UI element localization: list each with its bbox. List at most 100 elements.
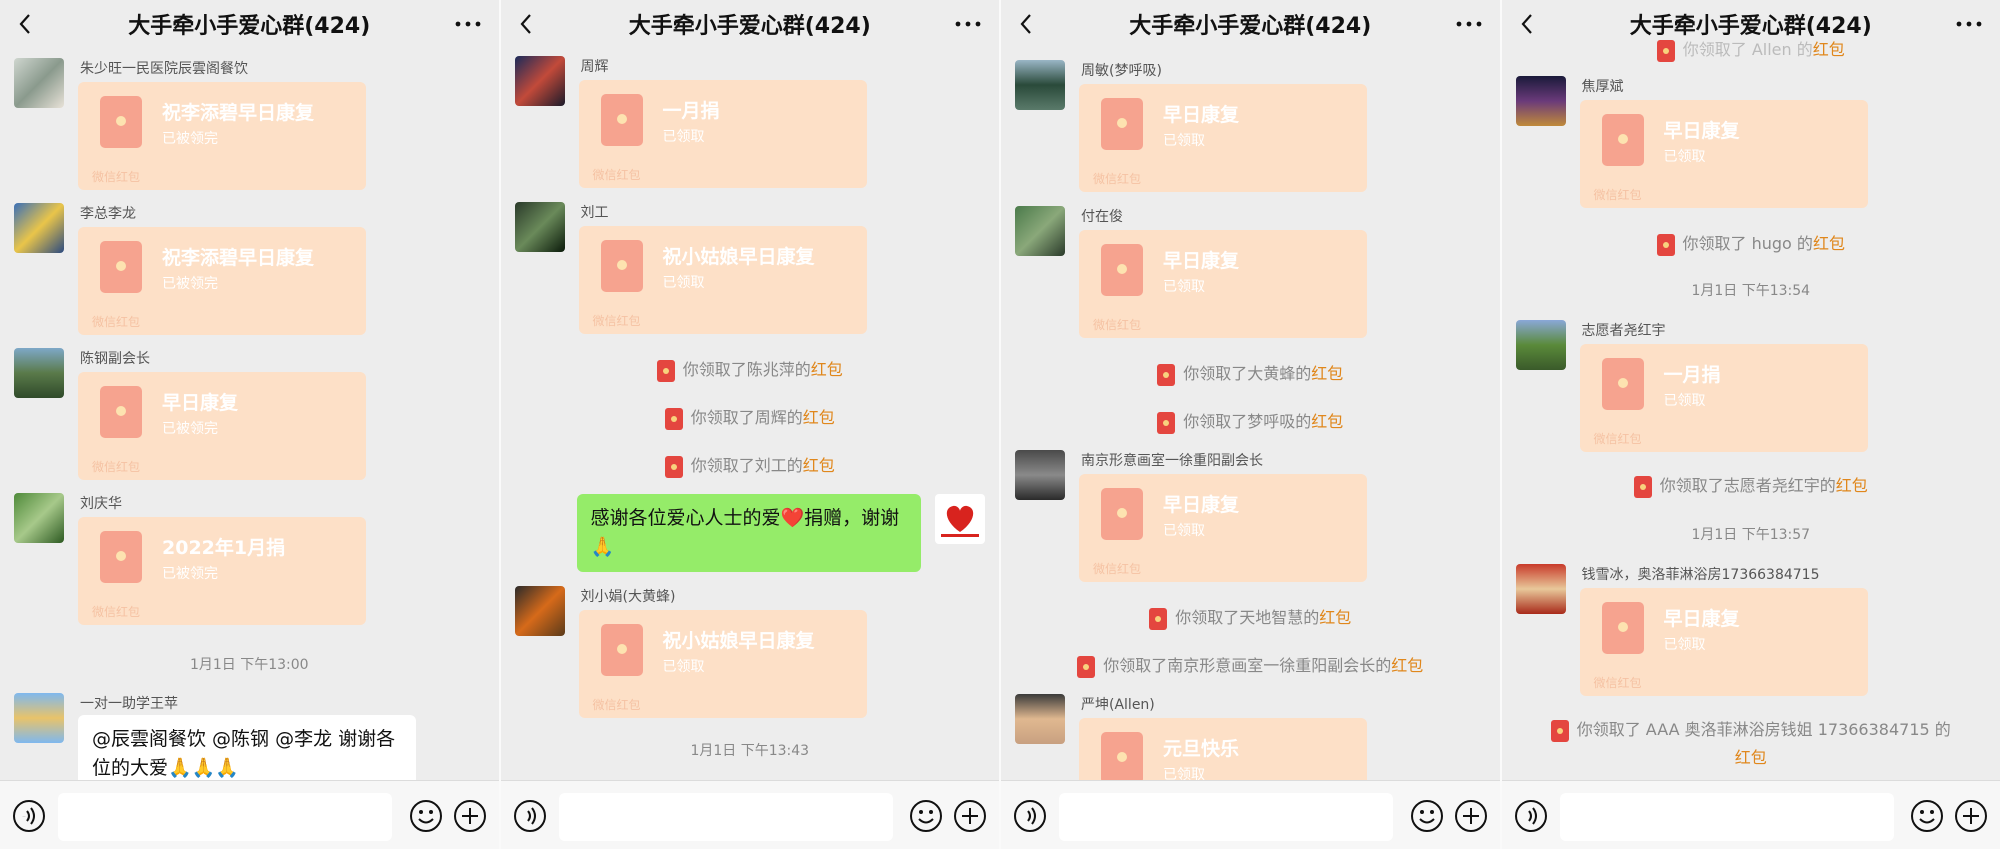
avatar[interactable] xyxy=(14,693,64,743)
message-list[interactable]: 朱少旺一民医院辰雲阁餐饮 祝李添碧早日康复 已被领完 微信红包 李总李龙 祝李添… xyxy=(0,48,499,793)
red-packet[interactable]: 一月捐 已领取 微信红包 xyxy=(578,80,867,188)
hongbao-link[interactable]: 红包 xyxy=(1311,364,1343,383)
voice-icon[interactable] xyxy=(513,799,547,833)
avatar[interactable] xyxy=(1015,60,1065,110)
avatar[interactable] xyxy=(1515,76,1566,126)
red-packet-status: 已领取 xyxy=(662,659,705,675)
message-list[interactable]: 周辉 一月捐 已领取 微信红包 刘工 祝小姑娘早日康复 已领取 微信红包 你领取… xyxy=(501,48,1000,780)
red-packet-footer: 微信红包 xyxy=(1593,432,1642,446)
red-envelope-icon xyxy=(100,531,142,583)
hongbao-link[interactable]: 红包 xyxy=(1311,412,1343,431)
hongbao-link[interactable]: 红包 xyxy=(1813,40,1845,59)
small-red-envelope-icon xyxy=(1157,411,1176,434)
plus-icon[interactable] xyxy=(1954,799,1988,833)
plus-icon[interactable] xyxy=(453,799,487,833)
hongbao-link[interactable]: 红包 xyxy=(803,456,835,475)
red-packet[interactable]: 2022年1月捐 已被领完 微信红包 xyxy=(78,517,366,625)
avatar[interactable] xyxy=(1015,206,1065,256)
message-input[interactable] xyxy=(1559,793,1894,841)
hongbao-link[interactable]: 红包 xyxy=(811,360,843,379)
red-packet[interactable]: 早日康复 已领取 微信红包 xyxy=(1079,474,1367,582)
red-packet[interactable]: 祝李添碧早日康复 已被领完 微信红包 xyxy=(78,227,366,335)
chat-title: 大手牵小手爱心群(424) xyxy=(128,14,371,39)
sender-name: 一对一助学王苹 xyxy=(80,696,178,712)
message-list[interactable]: 你领取了 Allen 的红包 焦厚斌 早日康复 已领取 微信红包 你领取了 hu… xyxy=(1502,39,2000,780)
hongbao-link[interactable]: 红包 xyxy=(1391,656,1423,675)
back-arrow-icon[interactable] xyxy=(1015,12,1039,36)
small-red-envelope-icon xyxy=(1656,233,1675,256)
message-input[interactable] xyxy=(58,793,392,841)
red-packet[interactable]: 早日康复 已领取 微信红包 xyxy=(1079,84,1367,192)
red-packet-title: 早日康复 xyxy=(1663,608,1740,630)
notice-text: 你领取了周辉的 xyxy=(690,408,803,427)
chat-panel-3: 大手牵小手爱心群(424) 周敏(梦呼吸) 早日康复 已领取 微信红包 付在俊 xyxy=(1001,0,1502,849)
emoji-icon[interactable] xyxy=(1410,799,1444,833)
more-icon[interactable] xyxy=(453,12,483,36)
sender-name: 焦厚斌 xyxy=(1581,79,1624,95)
redpacket-notice: 你领取了刘工的红包 xyxy=(501,452,1000,478)
more-icon[interactable] xyxy=(1454,12,1484,36)
back-arrow-icon[interactable] xyxy=(1516,12,1540,36)
avatar[interactable] xyxy=(514,56,565,106)
red-packet[interactable]: 祝李添碧早日康复 已被领完 微信红包 xyxy=(78,82,366,190)
red-packet-status: 已领取 xyxy=(1163,133,1205,149)
redpacket-notice: 你领取了 AAA 奥洛菲淋浴房钱姐 17366384715 的红包 xyxy=(1502,716,2000,772)
hongbao-link[interactable]: 红包 xyxy=(803,408,835,427)
hongbao-link[interactable]: 红包 xyxy=(1836,476,1868,495)
red-packet[interactable]: 一月捐 已领取 微信红包 xyxy=(1579,344,1868,452)
red-packet-footer: 微信红包 xyxy=(592,314,641,328)
avatar[interactable] xyxy=(1515,564,1566,614)
hongbao-link[interactable]: 红包 xyxy=(1319,608,1351,627)
plus-icon[interactable] xyxy=(953,799,987,833)
red-packet-status: 已领取 xyxy=(1663,149,1706,165)
avatar[interactable] xyxy=(14,203,64,253)
avatar[interactable] xyxy=(514,586,565,636)
emoji-icon[interactable] xyxy=(409,799,443,833)
red-packet-footer: 微信红包 xyxy=(92,170,141,184)
more-icon[interactable] xyxy=(953,12,983,36)
red-packet[interactable]: 祝小姑娘早日康复 已领取 微信红包 xyxy=(578,226,867,334)
red-packet[interactable]: 早日康复 已领取 微信红包 xyxy=(1079,230,1367,338)
avatar[interactable] xyxy=(1015,694,1065,744)
chat-title: 大手牵小手爱心群(424) xyxy=(628,14,871,39)
message-list[interactable]: 周敏(梦呼吸) 早日康复 已领取 微信红包 付在俊 早日康复 已领取 微信红包 xyxy=(1001,48,1500,826)
voice-icon[interactable] xyxy=(1013,799,1047,833)
small-red-envelope-icon xyxy=(1077,655,1096,678)
timestamp: 1月1日 下午13:43 xyxy=(690,743,810,759)
redpacket-notice: 你领取了 hugo 的红包 xyxy=(1502,230,2000,256)
voice-icon[interactable] xyxy=(1514,799,1548,833)
red-packet[interactable]: 祝小姑娘早日康复 已领取 微信红包 xyxy=(578,610,867,718)
notice-text: 你领取了南京形意画室一徐重阳副会长的 xyxy=(1103,656,1392,675)
avatar[interactable] xyxy=(1015,450,1065,500)
self-avatar[interactable] xyxy=(934,494,985,544)
red-packet[interactable]: 早日康复 已领取 微信红包 xyxy=(1579,100,1868,208)
self-text-message[interactable]: 感谢各位爱心人士的爱❤️捐赠，谢谢🙏 xyxy=(576,494,921,572)
message-input[interactable] xyxy=(1059,793,1393,841)
avatar[interactable] xyxy=(14,348,64,398)
voice-icon[interactable] xyxy=(12,799,46,833)
sender-name: 周敏(梦呼吸) xyxy=(1081,63,1162,79)
plus-icon[interactable] xyxy=(1454,799,1488,833)
red-packet-status: 已被领完 xyxy=(162,131,218,147)
avatar[interactable] xyxy=(1515,320,1566,370)
avatar[interactable] xyxy=(514,202,565,252)
back-arrow-icon[interactable] xyxy=(14,12,38,36)
avatar[interactable] xyxy=(14,493,64,543)
red-packet[interactable]: 早日康复 已被领完 微信红包 xyxy=(78,372,366,480)
back-arrow-icon[interactable] xyxy=(515,12,539,36)
red-envelope-icon xyxy=(1101,488,1143,540)
redpacket-notice-partial: 你领取了 Allen 的红包 xyxy=(1502,36,2000,62)
hongbao-link[interactable]: 红包 xyxy=(1813,234,1845,253)
avatar[interactable] xyxy=(14,58,64,108)
more-icon[interactable] xyxy=(1954,12,1984,36)
red-packet-title: 祝李添碧早日康复 xyxy=(162,102,315,124)
hongbao-link[interactable]: 红包 xyxy=(1735,748,1767,767)
chat-panel-2: 大手牵小手爱心群(424) 周辉 一月捐 已领取 微信红包 刘工 祝小姑娘早日康… xyxy=(500,0,1001,849)
emoji-icon[interactable] xyxy=(1910,799,1944,833)
sender-name: 李总李龙 xyxy=(80,206,136,222)
message-input[interactable] xyxy=(558,793,893,841)
chat-header: 大手牵小手爱心群(424) xyxy=(0,0,499,48)
notice-text: 你领取了梦呼吸的 xyxy=(1183,412,1312,431)
emoji-icon[interactable] xyxy=(909,799,943,833)
red-packet[interactable]: 早日康复 已领取 微信红包 xyxy=(1579,588,1868,696)
